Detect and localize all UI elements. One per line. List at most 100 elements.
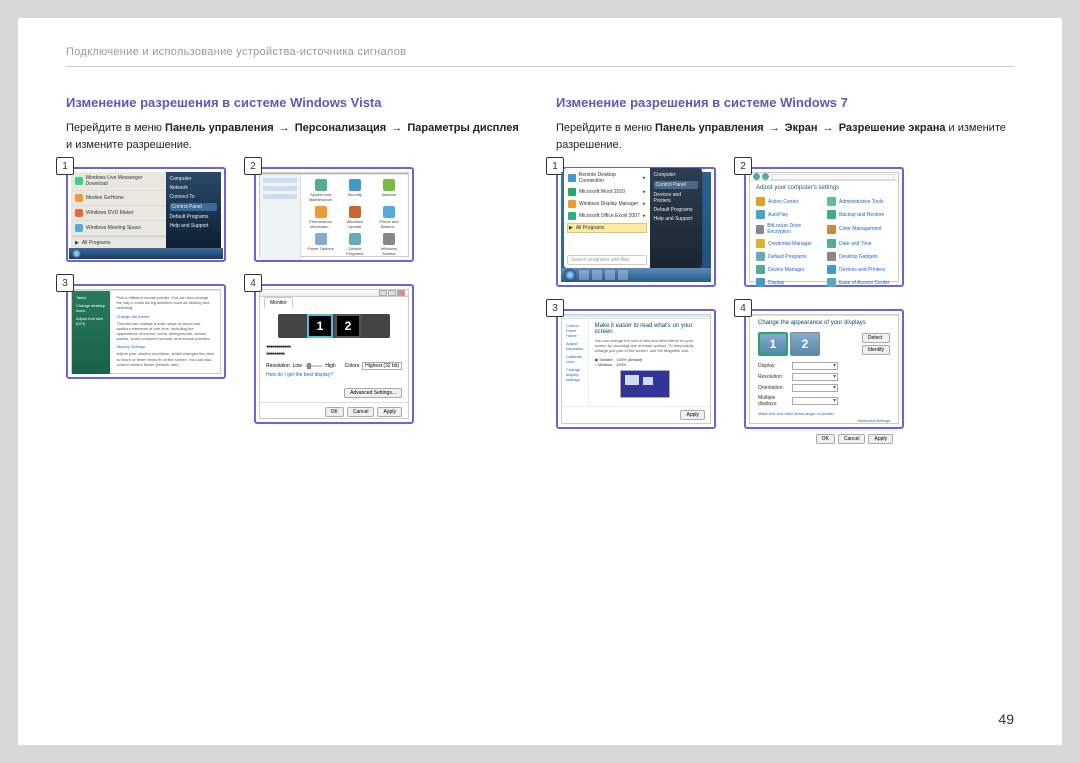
ok-button: OK xyxy=(816,434,835,444)
label: Colors xyxy=(345,363,359,369)
breadcrumb: Подключение и использование устройства-и… xyxy=(66,46,1014,67)
cp-item: Default Programs xyxy=(756,252,821,261)
win7-shot-4: 4 Change the appearance of your displays… xyxy=(744,309,904,429)
side-item: Change desktop icons xyxy=(76,303,106,313)
apply-button: Apply xyxy=(868,434,893,444)
path: Панель управления xyxy=(655,122,764,134)
detect-button: Detect xyxy=(862,333,890,343)
path: Экран xyxy=(785,122,818,134)
heading: Change the appearance of your displays xyxy=(750,316,898,326)
cp-item: Phone and Modem... xyxy=(374,206,404,229)
label: Low xyxy=(293,363,302,369)
menu-item: Computer xyxy=(170,176,218,182)
fwd-icon xyxy=(762,173,769,180)
vista-shot-1: 1 Windows Live Messenger Download Medion… xyxy=(66,167,226,262)
menu-item: Computer xyxy=(654,172,698,178)
vista-shot-3: 3 Tasks Change desktop icons Adjust font… xyxy=(66,284,226,424)
dropdown xyxy=(792,373,838,381)
arrow-icon: → xyxy=(391,122,402,134)
txt: Перейдите в меню xyxy=(66,122,165,134)
win7-instruction: Перейдите в меню Панель управления → Экр… xyxy=(556,120,1014,153)
txt: и измените разрешение. xyxy=(66,139,192,151)
step-number: 1 xyxy=(56,157,74,175)
cp-item: Date and Time xyxy=(827,239,892,248)
side-link: Control Panel Home xyxy=(566,323,584,338)
menu-item: Windows Meeting Space xyxy=(86,225,141,231)
apply-button: Apply xyxy=(377,407,402,417)
vista-shot-2: 2 System and Maintenance Security Networ… xyxy=(254,167,414,262)
cp-item: Ease of Access Center xyxy=(827,278,892,287)
close-icon xyxy=(397,290,405,296)
slider-thumb xyxy=(307,363,311,369)
manual-page: Подключение и использование устройства-и… xyxy=(18,18,1062,745)
vista-column: Изменение разрешения в системе Windows V… xyxy=(66,95,524,429)
cp-item: Power Options xyxy=(305,233,335,256)
vista-shot-4: 4 Monitor 1 2 ●●●●●●●●●●●● ●●●●●●●●● xyxy=(254,284,414,424)
display-settings-link: Display Settings xyxy=(116,344,214,349)
cp-item: Backup and Restore xyxy=(827,210,892,219)
step-number: 4 xyxy=(734,299,752,317)
menu-item: Microsoft Word 2010 xyxy=(579,189,625,195)
menu-item: Devices and Printers xyxy=(654,192,698,204)
control-panel-item: Control Panel xyxy=(654,181,698,189)
arrow-icon: → xyxy=(823,122,834,134)
dropdown xyxy=(792,397,838,405)
label: Resolution xyxy=(266,363,290,369)
cancel-button: Cancel xyxy=(347,407,375,417)
cp-item: Color Management xyxy=(827,223,892,235)
vista-title: Изменение разрешения в системе Windows V… xyxy=(66,95,524,110)
win7-title: Изменение разрешения в системе Windows 7 xyxy=(556,95,1014,110)
menu-item: Default Programs xyxy=(170,214,218,220)
link: How do I get the best display? xyxy=(260,372,408,381)
monitor-1: 1 xyxy=(758,332,788,356)
body-text: Themes can change a wide range of visual… xyxy=(116,321,214,342)
monitor-preview: 1 2 xyxy=(758,332,820,356)
arrow-icon: → xyxy=(279,122,290,134)
monitor-preview: 1 2 xyxy=(278,314,390,338)
cp-item: Performance Informatio... xyxy=(305,206,335,229)
label: High xyxy=(325,363,335,369)
side-item: Adjust font size (DPI) xyxy=(76,316,106,326)
menu-item: Microsoft Office Excel 2007 xyxy=(579,213,640,219)
menu-item: Help and Support xyxy=(170,223,218,229)
start-orb-icon xyxy=(72,249,81,258)
start-orb-icon xyxy=(564,269,576,281)
label: Orientation: xyxy=(758,385,788,391)
path: Панель управления xyxy=(165,122,274,134)
dropdown xyxy=(792,384,838,392)
step-number: 3 xyxy=(546,299,564,317)
all-programs: All Programs xyxy=(576,225,605,231)
back-icon xyxy=(753,173,760,180)
monitor-2: 2 xyxy=(335,314,361,338)
menu-item: Default Programs xyxy=(654,207,698,213)
win7-shot-3: 3 Control Panel Home Adjust resolution C… xyxy=(556,309,716,429)
win7-column: Изменение разрешения в системе Windows 7… xyxy=(556,95,1014,429)
step-number: 3 xyxy=(56,274,74,292)
all-programs: All Programs xyxy=(82,240,111,246)
side-link: Adjust resolution xyxy=(566,341,584,351)
vista-instruction: Перейдите в меню Панель управления → Пер… xyxy=(66,120,524,153)
link: Make text and other items larger or smal… xyxy=(750,410,898,417)
body-text: You can change the size of text and othe… xyxy=(595,338,704,353)
arrow-icon: → xyxy=(769,122,780,134)
menu-item: Connect To xyxy=(170,194,218,200)
side-link: Change display settings xyxy=(566,367,584,382)
cp-item: BitLocker Drive Encryption xyxy=(756,223,821,235)
columns: Изменение разрешения в системе Windows V… xyxy=(66,95,1014,429)
cancel-button: Cancel xyxy=(838,434,866,444)
identify-button: Identify xyxy=(862,345,890,355)
cp-item: Credential Manager xyxy=(756,239,821,248)
ok-button: OK xyxy=(325,407,344,417)
win7-shot-1: 1 Remote Desktop Connection▸ Microsoft W… xyxy=(556,167,716,287)
dropdown xyxy=(792,362,838,370)
cp-item: AutoPlay xyxy=(756,210,821,219)
body-text: Pick a different mouse pointer. You can … xyxy=(116,295,214,311)
path: Персонализация xyxy=(295,122,386,134)
label: Multiple displays: xyxy=(758,395,788,407)
side-link: Calibrate color xyxy=(566,354,584,364)
page-number: 49 xyxy=(998,711,1014,727)
path: Разрешение экрана xyxy=(839,122,946,134)
cp-item: Security xyxy=(340,179,370,202)
tab: Monitor xyxy=(264,297,293,308)
cp-item: Device Manager xyxy=(756,265,821,274)
